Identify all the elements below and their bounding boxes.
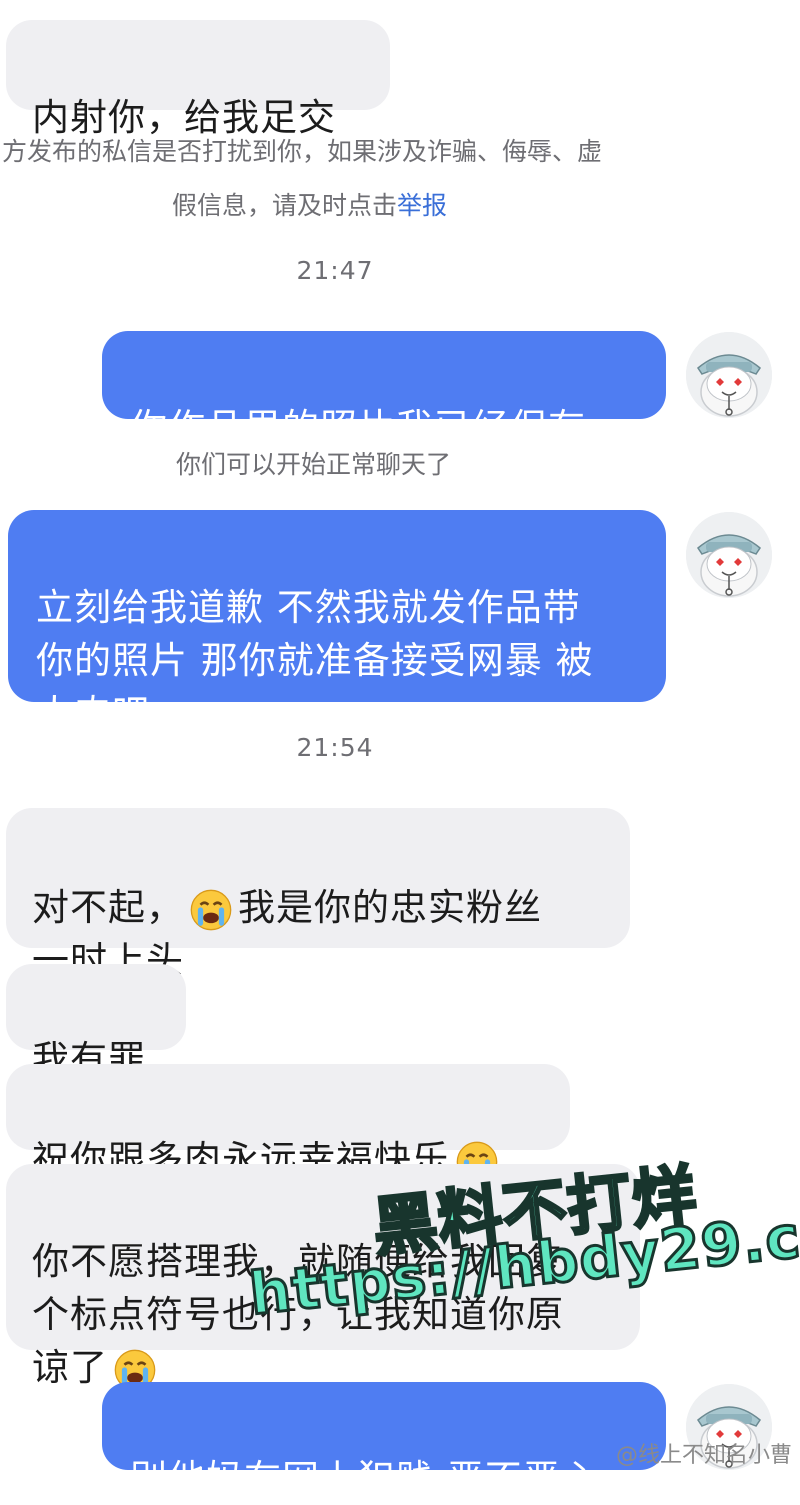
weibo-watermark: @线上不知名小曹: [615, 1443, 792, 1468]
warning-text: 假信息，请及时点击: [172, 191, 398, 220]
message-text: 立刻给我道歉 不然我就发作品带 你的照片 那你就准备接受网暴 被 人肉吧: [36, 586, 594, 735]
warning-text: 方发布的私信是否打扰到你，如果涉及诈骗、侮辱、虚: [2, 137, 603, 166]
incoming-message-bubble[interactable]: 祝你跟多肉永远幸福快乐: [6, 1064, 570, 1183]
incoming-message-bubble[interactable]: 内射你，给我足交: [6, 20, 390, 139]
message-text: 你作品里的照片我已经保存: [130, 406, 586, 449]
avatar-dog-icon: [686, 512, 772, 598]
avatar[interactable]: [686, 332, 772, 418]
chat-start-notice: 你们可以开始正常聊天了: [176, 450, 452, 479]
privacy-warning-notice-line2: 假信息，请及时点击举报: [172, 188, 447, 224]
privacy-warning-notice: 方发布的私信是否打扰到你，如果涉及诈骗、侮辱、虚: [2, 134, 602, 170]
outgoing-message-bubble[interactable]: 别他妈在网上犯贱 恶不恶心: [102, 1382, 666, 1500]
incoming-message-bubble[interactable]: 对不起， 我是你的忠实粉丝 一时上头: [6, 808, 630, 982]
avatar[interactable]: [686, 512, 772, 598]
incoming-message-bubble[interactable]: 我有罪: [6, 964, 186, 1081]
timestamp: 21:47: [296, 256, 374, 285]
report-link[interactable]: 举报: [397, 191, 447, 220]
message-text: 别他妈在网上犯贱 恶不恶心: [130, 1457, 599, 1500]
timestamp: 21:54: [296, 733, 374, 762]
message-text: 内射你，给我足交: [32, 96, 336, 139]
outgoing-message-bubble[interactable]: 你作品里的照片我已经保存: [102, 331, 666, 449]
avatar-dog-icon: [686, 332, 772, 418]
outgoing-message-bubble[interactable]: 立刻给我道歉 不然我就发作品带 你的照片 那你就准备接受网暴 被 人肉吧: [8, 510, 666, 735]
loudly-crying-face-icon: [190, 888, 232, 931]
message-text: 对不起，: [32, 886, 184, 929]
